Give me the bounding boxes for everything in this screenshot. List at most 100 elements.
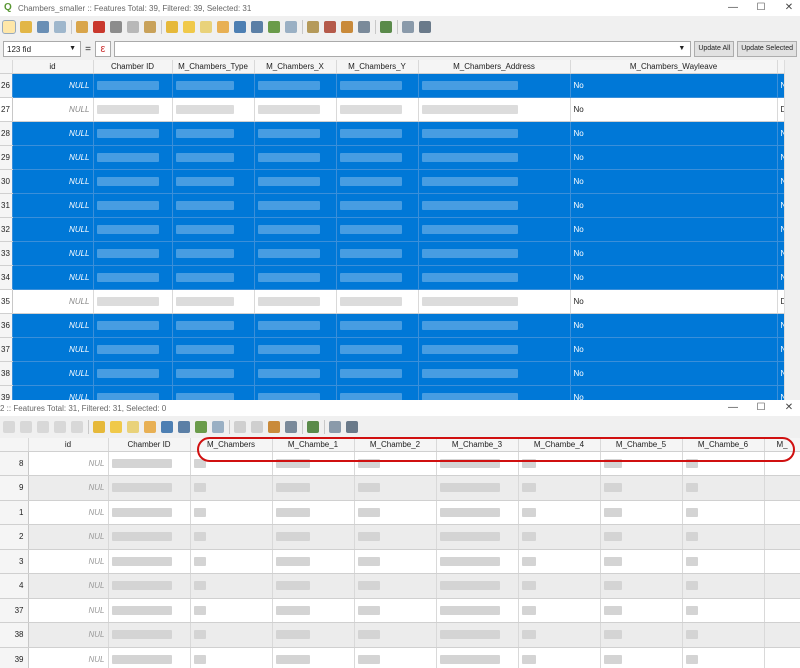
table-row[interactable]: 29NULL NoN [0,145,784,170]
cell-redacted[interactable] [93,337,173,362]
row-header[interactable]: 28 [0,121,13,146]
cell-redacted[interactable] [764,598,800,623]
table-row[interactable]: 38 NUL [0,622,800,648]
cell-redacted[interactable] [682,622,765,648]
table-row[interactable]: 32NULL NoN [0,217,784,242]
cell-redacted[interactable] [354,647,437,668]
cell-redacted[interactable] [354,622,437,648]
cell-truncated[interactable]: N [777,145,784,170]
cell-id[interactable]: NUL [28,524,109,550]
cell-redacted[interactable] [354,549,437,574]
cell-redacted[interactable] [418,169,571,194]
cell-redacted[interactable] [418,217,571,242]
cell-redacted[interactable] [93,169,173,194]
cell-wayleave[interactable]: No [570,337,778,362]
cell-redacted[interactable] [336,145,419,170]
column-header-chamber-id[interactable]: Chamber ID [93,60,173,74]
cell-id[interactable]: NULL [12,241,94,266]
filter-icon[interactable] [161,421,173,433]
field-calculator-icon[interactable] [358,21,370,33]
cell-redacted[interactable] [93,145,173,170]
cell-redacted[interactable] [254,289,337,314]
cell-wayleave[interactable]: No [570,145,778,170]
dock-icon[interactable] [329,421,341,433]
cell-id[interactable]: NULL [12,73,94,98]
cell-redacted[interactable] [600,549,683,574]
field-select[interactable]: 123 fid ▼ [3,41,81,57]
cell-redacted[interactable] [682,598,765,623]
row-header[interactable]: 31 [0,193,13,218]
cell-redacted[interactable] [518,524,601,550]
table-row[interactable]: 37 NUL [0,598,800,623]
column-header-chambers-x[interactable]: M_Chambers_X [254,60,337,74]
row-header[interactable]: 27 [0,97,13,122]
attribute-table[interactable]: id Chamber ID M_Chambers M_Chambe_1 M_Ch… [0,438,800,668]
cell-redacted[interactable] [172,313,255,338]
cell-redacted[interactable] [600,647,683,668]
cell-redacted[interactable] [172,217,255,242]
actions-icon[interactable] [346,421,358,433]
cell-redacted[interactable] [190,573,273,599]
cell-wayleave[interactable]: No [570,97,778,122]
cell-id[interactable]: NULL [12,145,94,170]
cell-id[interactable]: NUL [28,573,109,599]
row-header[interactable]: 34 [0,265,13,290]
cell-redacted[interactable] [336,97,419,122]
column-header-m-chambe-6[interactable]: M_Chambe_6 [682,438,765,452]
cell-redacted[interactable] [354,475,437,501]
cell-wayleave[interactable]: No [570,217,778,242]
row-header[interactable]: 29 [0,145,13,170]
cell-id[interactable]: NULL [12,121,94,146]
cell-id[interactable]: NUL [28,451,109,476]
move-selection-top-icon[interactable] [251,21,263,33]
cell-redacted[interactable] [272,573,355,599]
cell-redacted[interactable] [682,524,765,550]
dock-icon[interactable] [402,21,414,33]
cell-redacted[interactable] [254,145,337,170]
cell-redacted[interactable] [108,598,191,623]
cell-redacted[interactable] [254,97,337,122]
table-row[interactable]: 1 NUL [0,500,800,525]
row-header[interactable]: 26 [0,73,13,98]
toggle-editing-icon[interactable] [3,421,15,433]
cell-redacted[interactable] [254,265,337,290]
cell-id[interactable]: NULL [12,265,94,290]
cell-redacted[interactable] [93,289,173,314]
field-calculator-icon[interactable] [285,421,297,433]
attribute-table[interactable]: id Chamber ID M_Chambers_Type M_Chambers… [0,60,784,400]
cell-redacted[interactable] [190,451,273,476]
cell-id[interactable]: NUL [28,549,109,574]
cell-redacted[interactable] [518,549,601,574]
table-row[interactable]: 31NULL NoN [0,193,784,218]
cell-redacted[interactable] [682,573,765,599]
cell-wayleave[interactable]: No [570,73,778,98]
cell-redacted[interactable] [518,451,601,476]
cell-redacted[interactable] [190,549,273,574]
cell-redacted[interactable] [418,337,571,362]
cell-redacted[interactable] [254,385,337,400]
cell-id[interactable]: NULL [12,385,94,400]
cell-redacted[interactable] [272,451,355,476]
cell-id[interactable]: NUL [28,622,109,648]
title-bar[interactable]: Q Chambers_smaller :: Features Total: 39… [0,0,800,16]
cell-redacted[interactable] [600,451,683,476]
cell-redacted[interactable] [272,549,355,574]
table-row[interactable]: 33NULL NoN [0,241,784,266]
cell-truncated[interactable]: D [777,97,784,122]
row-header[interactable]: 4 [0,573,29,599]
row-header[interactable]: 32 [0,217,13,242]
row-header[interactable]: 8 [0,451,29,476]
column-header-m-chambe-4[interactable]: M_Chambe_4 [518,438,601,452]
cell-truncated[interactable]: N [777,265,784,290]
toggle-editing-icon[interactable] [2,20,16,34]
select-expression-icon[interactable] [93,421,105,433]
cell-redacted[interactable] [190,598,273,623]
copy-rows-icon[interactable] [307,21,319,33]
cell-redacted[interactable] [93,193,173,218]
table-row[interactable]: 36NULL NoN [0,313,784,338]
cell-redacted[interactable] [682,451,765,476]
cell-redacted[interactable] [108,647,191,668]
cell-truncated[interactable]: N [777,121,784,146]
cell-redacted[interactable] [172,241,255,266]
table-row[interactable]: 3 NUL [0,549,800,574]
